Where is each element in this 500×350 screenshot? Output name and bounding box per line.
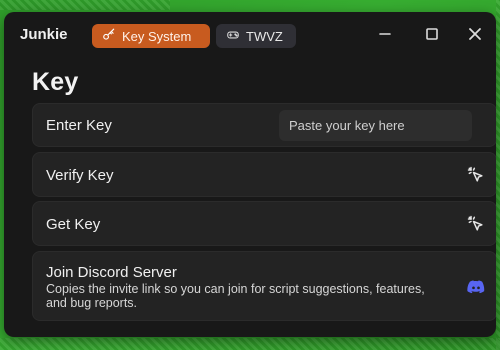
background-block-top-left: [0, 0, 170, 10]
cursor-click-icon: [466, 165, 486, 185]
enter-key-row: Enter Key: [32, 103, 496, 147]
background-block-bottom: [0, 338, 500, 350]
minimize-button[interactable]: [373, 24, 397, 48]
cursor-click-icon: [466, 214, 486, 234]
controller-icon: [226, 28, 240, 45]
tab-twvz[interactable]: TWVZ: [216, 24, 296, 48]
maximize-button[interactable]: [420, 24, 444, 48]
close-icon: [467, 26, 483, 47]
background-block-right: [496, 0, 500, 350]
verify-key-button[interactable]: Verify Key: [32, 152, 496, 197]
key-icon: [102, 28, 116, 45]
join-discord-label: Join Discord Server: [46, 264, 177, 281]
join-discord-button[interactable]: Join Discord Server Copies the invite li…: [32, 251, 496, 321]
tab-key-system[interactable]: Key System: [92, 24, 210, 48]
title-bar[interactable]: Junkie Key System TWVZ: [4, 12, 496, 60]
join-discord-description: Copies the invite link so you can join f…: [46, 282, 425, 310]
square-icon: [424, 26, 440, 47]
tab-twvz-label: TWVZ: [246, 28, 283, 44]
tab-key-system-label: Key System: [122, 28, 192, 44]
enter-key-label: Enter Key: [46, 117, 112, 134]
page-title: Key: [32, 68, 79, 96]
get-key-label: Get Key: [46, 216, 101, 233]
app-window: Junkie Key System TWVZ Key Enter Key Pas…: [4, 12, 496, 337]
get-key-button[interactable]: Get Key: [32, 201, 496, 246]
discord-icon: [466, 277, 486, 297]
app-title: Junkie: [20, 26, 68, 43]
minus-icon: [377, 26, 393, 47]
close-button[interactable]: [463, 24, 487, 48]
verify-key-label: Verify Key: [46, 167, 114, 184]
key-input[interactable]: [279, 110, 472, 141]
